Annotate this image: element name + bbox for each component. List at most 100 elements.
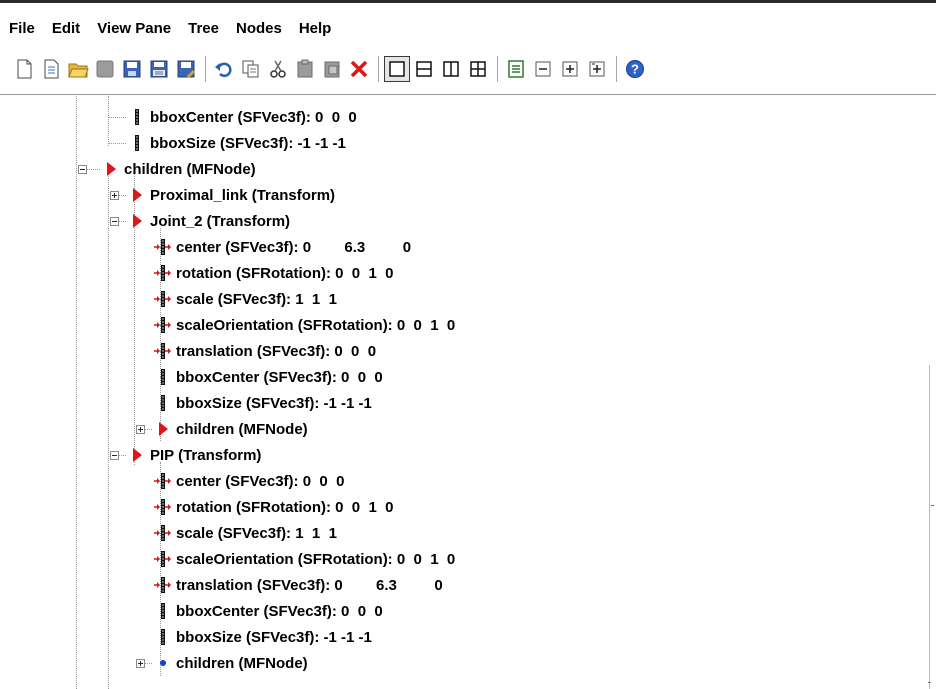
disabled-tool-icon[interactable]: [93, 57, 117, 81]
delete-icon[interactable]: [347, 57, 371, 81]
cut-icon[interactable]: [266, 57, 290, 81]
tree-row-label: center (SFVec3f): 0 0 0: [176, 472, 345, 490]
tree-row[interactable]: center (SFVec3f): 0 0 0: [154, 468, 344, 494]
route-field-icon: [154, 341, 172, 361]
copy-icon[interactable]: [239, 57, 263, 81]
tree-row-label: rotation (SFRotation): 0 0 1 0: [176, 264, 394, 282]
scrollbar-thumb-edge[interactable]: [929, 365, 930, 689]
tree-row[interactable]: rotation (SFRotation): 0 0 1 0: [154, 494, 394, 520]
tree-row[interactable]: Joint_2 (Transform): [128, 208, 290, 234]
collapse-toggle-minus-icon[interactable]: [110, 217, 119, 226]
tree-row[interactable]: children (MFNode): [154, 650, 308, 676]
scene-tree: bboxCenter (SFVec3f): 0 0 0 bboxSize (SFV…: [0, 96, 926, 689]
route-field-icon: [154, 289, 172, 309]
paste-icon[interactable]: [293, 57, 317, 81]
tree-row-label: Proximal_link (Transform): [150, 186, 336, 204]
field-icon: [128, 133, 146, 153]
list-view-icon[interactable]: [504, 57, 528, 81]
menu-edit[interactable]: Edit: [43, 20, 80, 37]
tree-row[interactable]: scaleOrientation (SFRotation): 0 0 1 0: [154, 312, 455, 338]
save-icon[interactable]: [120, 57, 144, 81]
tree-connector-line: [108, 143, 126, 144]
route-field-icon: [154, 471, 172, 491]
scrollbar-mark: [928, 682, 931, 683]
tree-connector-line: [119, 195, 126, 196]
expand-toggle-plus-icon[interactable]: [110, 191, 119, 200]
field-icon: [154, 367, 172, 387]
save-as-icon[interactable]: [174, 57, 198, 81]
tree-row[interactable]: scaleOrientation (SFRotation): 0 0 1 0: [154, 546, 455, 572]
menu-tree[interactable]: Tree: [179, 20, 219, 37]
scrollbar-grip-icon[interactable]: [931, 505, 933, 516]
split-vertical-icon[interactable]: [439, 57, 463, 81]
paste-special-icon[interactable]: [320, 57, 344, 81]
help-icon[interactable]: ?: [623, 57, 647, 81]
new-document-icon[interactable]: [12, 57, 36, 81]
tree-row-label: children (MFNode): [176, 654, 308, 672]
tree-row[interactable]: Proximal_link (Transform): [128, 182, 335, 208]
menu-nodes[interactable]: Nodes: [227, 20, 282, 37]
tree-row[interactable]: bboxSize (SFVec3f): -1 -1 -1: [154, 390, 372, 416]
four-pane-icon[interactable]: [466, 57, 490, 81]
tree-row-label: bboxCenter (SFVec3f): 0 0 0: [176, 602, 383, 620]
tree-row-label: rotation (SFRotation): 0 0 1 0: [176, 498, 394, 516]
tree-row-label: children (MFNode): [124, 160, 256, 178]
tree-row[interactable]: children (MFNode): [154, 416, 308, 442]
tree-row-label: children (MFNode): [176, 420, 308, 438]
tree-row[interactable]: children (MFNode): [102, 156, 256, 182]
vertical-scrollbar[interactable]: [926, 96, 936, 689]
route-field-icon: [154, 263, 172, 283]
route-field-icon: [154, 315, 172, 335]
route-field-icon: [154, 497, 172, 517]
tree-row[interactable]: bboxCenter (SFVec3f): 0 0 0: [154, 598, 383, 624]
expand-toggle-plus-icon[interactable]: [136, 425, 145, 434]
collapse-toggle-minus-icon[interactable]: [110, 451, 119, 460]
window-top-border: [0, 0, 936, 3]
tree-row-label: translation (SFVec3f): 0 0 0: [176, 342, 377, 360]
menu-view-pane[interactable]: View Pane: [88, 20, 171, 37]
expand-node-icon[interactable]: [585, 57, 609, 81]
tree-connector-line: [145, 429, 152, 430]
tree-row[interactable]: translation (SFVec3f): 0 6.3 0: [154, 572, 443, 598]
tree-row-label: scaleOrientation (SFRotation): 0 0 1 0: [176, 550, 456, 568]
tree-row[interactable]: scale (SFVec3f): 1 1 1: [154, 520, 337, 546]
tree-row[interactable]: PIP (Transform): [128, 442, 261, 468]
tree-row[interactable]: center (SFVec3f): 0 6.3 0: [154, 234, 411, 260]
tree-row[interactable]: rotation (SFRotation): 0 0 1 0: [154, 260, 394, 286]
tree-row-label: scale (SFVec3f): 1 1 1: [176, 524, 337, 542]
tree-row[interactable]: bboxCenter (SFVec3f): 0 0 0: [128, 104, 357, 130]
tree-row-label: bboxSize (SFVec3f): -1 -1 -1: [150, 134, 346, 152]
new-from-template-icon[interactable]: [39, 57, 63, 81]
toolbar-separator: [205, 56, 206, 82]
expand-toggle-plus-icon[interactable]: [136, 659, 145, 668]
menu-file[interactable]: File: [0, 20, 35, 37]
collapse-toggle-minus-icon[interactable]: [78, 165, 87, 174]
tree-row[interactable]: translation (SFVec3f): 0 0 0: [154, 338, 376, 364]
open-folder-icon[interactable]: [66, 57, 90, 81]
tree-guide-line: [76, 96, 77, 689]
route-field-icon: [154, 237, 172, 257]
tree-row-label: bboxCenter (SFVec3f): 0 0 0: [150, 108, 357, 126]
split-horizontal-icon[interactable]: [412, 57, 436, 81]
tree-row[interactable]: scale (SFVec3f): 1 1 1: [154, 286, 337, 312]
save-all-icon[interactable]: [147, 57, 171, 81]
node-arrow-icon: [154, 419, 172, 439]
tree-connector-line: [145, 663, 152, 664]
tree-row[interactable]: bboxCenter (SFVec3f): 0 0 0: [154, 364, 383, 390]
tree-connector-line: [119, 455, 126, 456]
undo-icon[interactable]: [212, 57, 236, 81]
menu-bar: File Edit View Pane Tree Nodes Help: [0, 14, 936, 42]
node-arrow-icon: [128, 185, 146, 205]
tree-row[interactable]: bboxSize (SFVec3f): -1 -1 -1: [154, 624, 372, 650]
tree-row[interactable]: bboxSize (SFVec3f): -1 -1 -1: [128, 130, 346, 156]
expand-all-icon[interactable]: [558, 57, 582, 81]
menu-help[interactable]: Help: [290, 20, 332, 37]
tree-pane-border: [0, 94, 936, 95]
route-field-icon: [154, 523, 172, 543]
single-pane-icon[interactable]: [384, 56, 410, 82]
tree-row-label: bboxSize (SFVec3f): -1 -1 -1: [176, 628, 372, 646]
toolbar: ?: [0, 46, 936, 92]
collapse-all-icon[interactable]: [531, 57, 555, 81]
field-icon: [128, 107, 146, 127]
node-arrow-icon: [128, 211, 146, 231]
